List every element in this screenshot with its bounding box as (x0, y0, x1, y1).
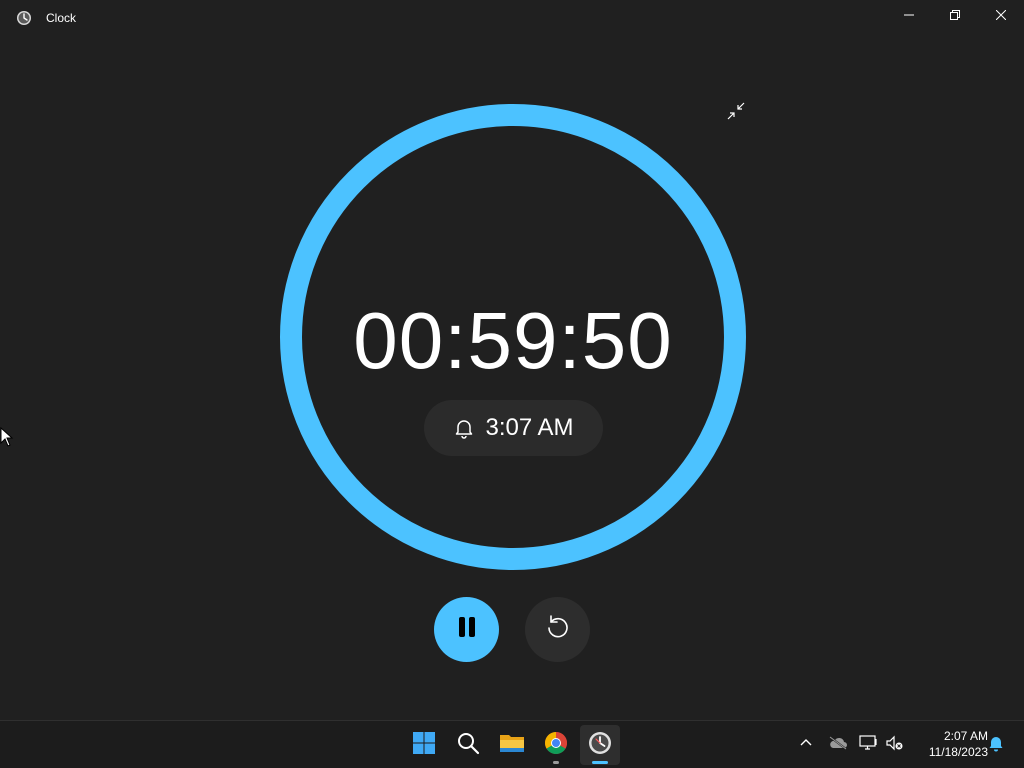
taskbar-time: 2:07 AM (943, 729, 988, 743)
file-explorer-icon (499, 731, 525, 760)
reset-icon (544, 613, 572, 646)
clock-app-icon (16, 10, 32, 26)
title-bar[interactable]: Clock (0, 0, 1024, 36)
pause-icon (455, 615, 479, 644)
chevron-up-icon (799, 736, 813, 755)
notification-bell-icon (987, 734, 1005, 757)
active-indicator (592, 761, 608, 764)
reset-button[interactable] (525, 597, 590, 662)
running-indicator (553, 761, 559, 764)
search-icon (456, 731, 480, 760)
window-title: Clock (46, 11, 77, 25)
network-tray-button[interactable] (857, 733, 881, 757)
bell-icon (453, 417, 475, 439)
taskbar-start-button[interactable] (404, 725, 444, 765)
taskbar-datetime[interactable]: 2:07 AM 11/18/2023 (912, 728, 988, 760)
restore-button[interactable] (932, 0, 978, 32)
onedrive-offline-icon (828, 735, 848, 756)
chrome-icon (544, 731, 568, 760)
alarm-time-label: 3:07 AM (485, 414, 574, 441)
close-button[interactable] (978, 0, 1024, 32)
taskbar: 2:07 AM 11/18/2023 (0, 720, 1024, 768)
pause-button[interactable] (434, 597, 499, 662)
volume-muted-icon (885, 734, 905, 757)
clock-app-icon (588, 731, 612, 760)
restore-icon (950, 7, 960, 25)
taskbar-file-explorer[interactable] (492, 725, 532, 765)
taskbar-date: 11/18/2023 (928, 745, 988, 759)
show-hidden-icons-button[interactable] (794, 733, 818, 757)
volume-tray-button[interactable] (883, 733, 907, 757)
minimize-icon (904, 7, 914, 25)
taskbar-search-button[interactable] (448, 725, 488, 765)
timer-alarm-time-pill: 3:07 AM (424, 400, 603, 456)
clock-window: Clock 00:59:50 3:07 AM (0, 0, 1024, 720)
minimize-button[interactable] (886, 0, 932, 32)
mouse-pointer-icon (0, 426, 14, 447)
timer-remaining-time: 00:59:50 (353, 296, 673, 385)
taskbar-clock-app[interactable] (580, 725, 620, 765)
network-icon (859, 734, 879, 757)
notification-center-button[interactable] (984, 733, 1008, 757)
onedrive-tray-button[interactable] (826, 733, 850, 757)
windows-start-icon (412, 731, 436, 760)
close-icon (995, 7, 1007, 25)
taskbar-chrome[interactable] (536, 725, 576, 765)
